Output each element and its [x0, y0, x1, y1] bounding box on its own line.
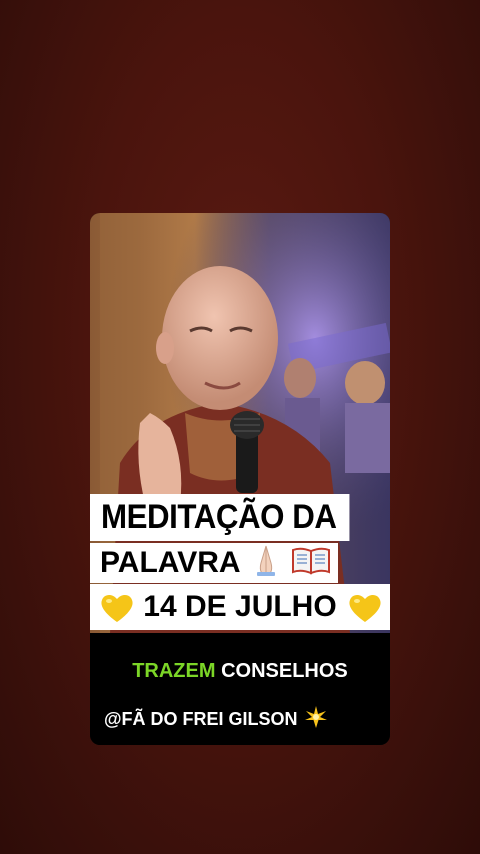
author-handle[interactable]: @FÃ DO FREI GILSON: [104, 705, 328, 734]
caption-palavra-text: PALAVRA: [100, 546, 241, 579]
caption-line-3: 14 DE JULHO: [90, 584, 390, 630]
praying-hands-icon: [249, 543, 283, 583]
open-book-icon: [291, 544, 331, 582]
date-text: 14 DE JULHO: [143, 590, 337, 623]
caption-line-2: PALAVRA: [90, 543, 338, 583]
yellow-heart-icon: [99, 592, 133, 622]
sparkle-star-icon: [304, 705, 328, 734]
handle-text: @FÃ DO FREI GILSON: [104, 709, 298, 729]
yellow-heart-icon: [347, 592, 381, 622]
video-card[interactable]: MEDITAÇÃO DA PALAVRA 14 DE JULHO TRAZEM …: [90, 213, 390, 745]
subtitle-accent-word: TRAZEM: [132, 660, 216, 682]
subtitle: TRAZEM CONSELHOS: [90, 660, 390, 683]
subtitle-rest: CONSELHOS: [221, 660, 348, 682]
caption-title-text: MEDITAÇÃO DA: [101, 498, 337, 536]
caption-line-1: MEDITAÇÃO DA: [90, 494, 350, 541]
